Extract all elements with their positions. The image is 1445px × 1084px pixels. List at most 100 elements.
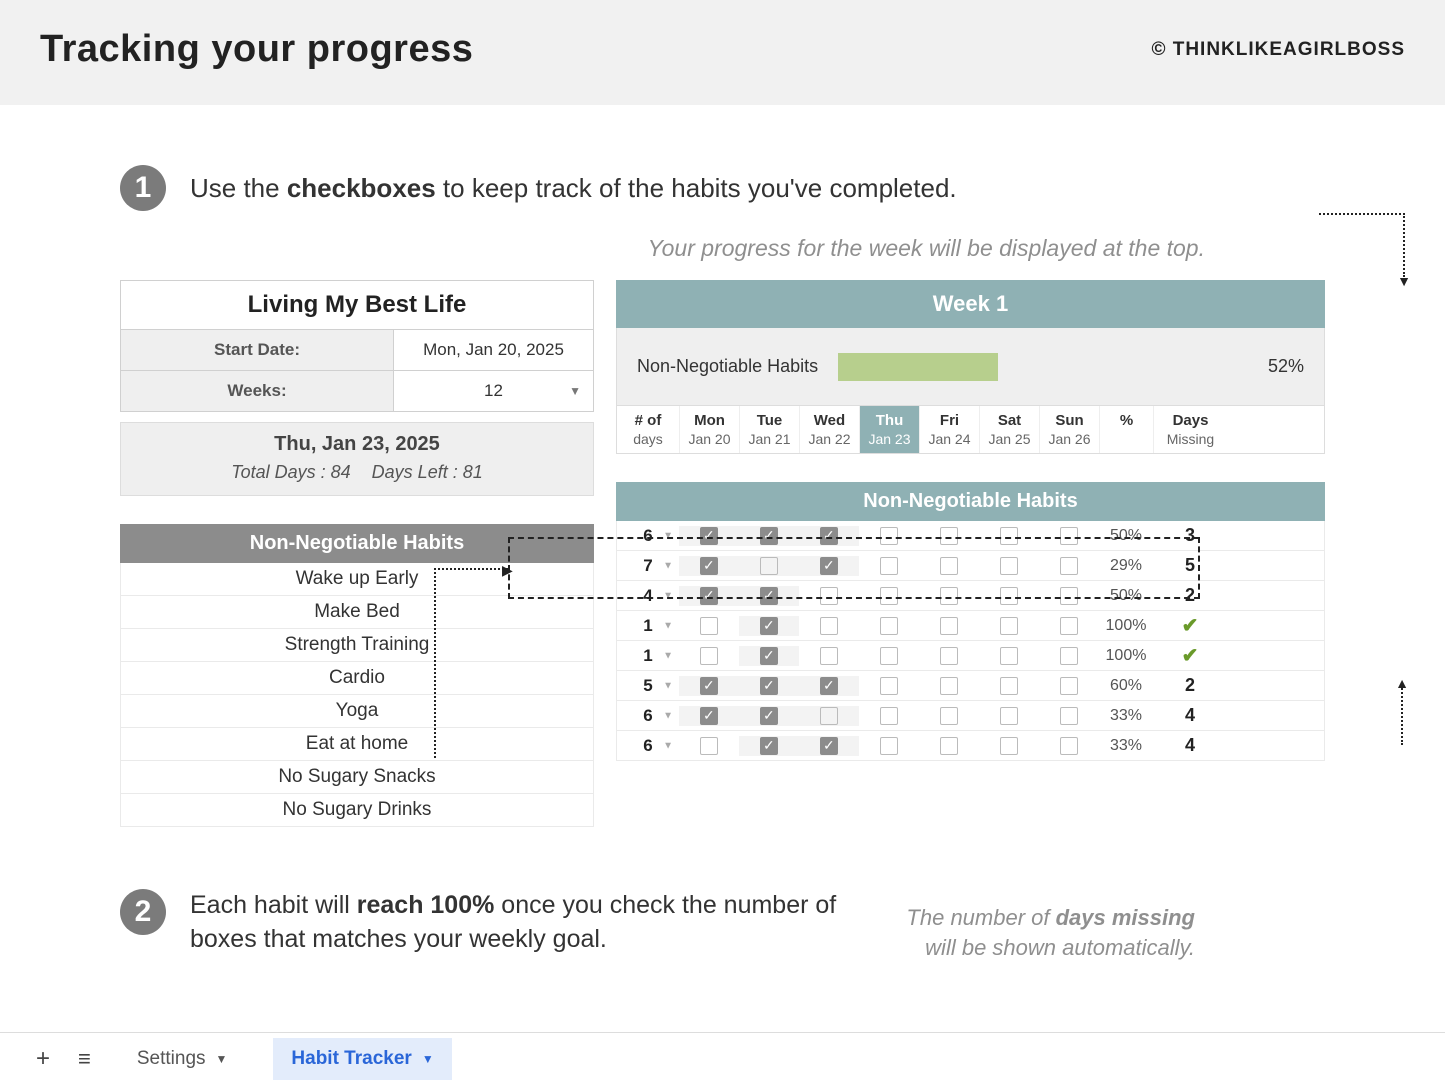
habit-checkbox-cell[interactable] (739, 526, 799, 546)
habit-checkbox-cell[interactable] (1039, 646, 1099, 666)
habit-checkbox-cell[interactable] (679, 706, 739, 726)
checkbox-icon (1000, 557, 1018, 575)
habit-checkbox-cell[interactable] (1039, 736, 1099, 756)
habit-checkbox-cell[interactable] (799, 676, 859, 696)
habit-checkbox-cell[interactable] (979, 556, 1039, 576)
habit-checkbox-cell[interactable] (859, 646, 919, 666)
habit-checkbox-cell[interactable] (739, 556, 799, 576)
goal-select[interactable]: 1▼ (617, 646, 679, 666)
habit-pct: 50% (1099, 587, 1153, 605)
habit-row: 1▼100%✔ (616, 611, 1325, 641)
habit-checkbox-cell[interactable] (679, 676, 739, 696)
habit-pct: 100% (1099, 647, 1153, 665)
habit-checkbox-cell[interactable] (979, 676, 1039, 696)
tab-settings[interactable]: Settings▼ (119, 1038, 246, 1080)
checkbox-icon (760, 647, 778, 665)
habit-checkbox-cell[interactable] (1039, 616, 1099, 636)
habit-checkbox-cell[interactable] (979, 706, 1039, 726)
goal-select[interactable]: 6▼ (617, 706, 679, 726)
habit-checkbox-cell[interactable] (919, 676, 979, 696)
habit-checkbox-cell[interactable] (859, 676, 919, 696)
habit-checkbox-cell[interactable] (739, 706, 799, 726)
habit-checkbox-cell[interactable] (859, 586, 919, 606)
habit-checkbox-cell[interactable] (739, 736, 799, 756)
habit-checkbox-cell[interactable] (1039, 556, 1099, 576)
brand-label: © THINKLIKEAGIRLBOSS (1151, 39, 1405, 61)
hint-top: Your progress for the week will be displ… (120, 235, 1325, 262)
habit-checkbox-cell[interactable] (859, 526, 919, 546)
col-day: TueJan 21 (739, 406, 799, 453)
habit-checkbox-cell[interactable] (679, 646, 739, 666)
habit-checkbox-cell[interactable] (919, 556, 979, 576)
habit-checkbox-cell[interactable] (799, 526, 859, 546)
chevron-down-icon: ▼ (422, 1052, 434, 1066)
checkbox-icon (940, 527, 958, 545)
add-sheet-button[interactable]: + (36, 1045, 50, 1073)
habit-checkbox-cell[interactable] (799, 646, 859, 666)
goal-select[interactable]: 5▼ (617, 676, 679, 696)
habit-checkbox-cell[interactable] (1039, 586, 1099, 606)
checkbox-icon (760, 677, 778, 695)
checkbox-icon (1000, 737, 1018, 755)
week-title: Week 1 (616, 280, 1325, 328)
habit-checkbox-cell[interactable] (979, 646, 1039, 666)
weeks-select[interactable]: 12 ▼ (393, 371, 593, 411)
habit-checkbox-cell[interactable] (919, 646, 979, 666)
habit-checkbox-cell[interactable] (919, 736, 979, 756)
habit-checkbox-cell[interactable] (859, 556, 919, 576)
habit-checkbox-cell[interactable] (679, 736, 739, 756)
habit-row: 6▼50%3 (616, 521, 1325, 551)
habit-checkbox-cell[interactable] (1039, 676, 1099, 696)
checkbox-icon (880, 557, 898, 575)
habit-checkbox-cell[interactable] (739, 676, 799, 696)
checkbox-icon (940, 587, 958, 605)
habit-checkbox-cell[interactable] (979, 616, 1039, 636)
checkbox-icon (880, 677, 898, 695)
goal-select[interactable]: 6▼ (617, 526, 679, 546)
habit-checkbox-cell[interactable] (799, 706, 859, 726)
habit-checkbox-cell[interactable] (739, 586, 799, 606)
habit-checkbox-cell[interactable] (919, 706, 979, 726)
checkbox-icon (1060, 707, 1078, 725)
checkbox-icon (820, 527, 838, 545)
habit-checkbox-cell[interactable] (919, 526, 979, 546)
goal-select[interactable]: 4▼ (617, 586, 679, 606)
checkbox-icon (760, 707, 778, 725)
habit-checkbox-cell[interactable] (859, 616, 919, 636)
habit-row: 6▼33%4 (616, 701, 1325, 731)
habit-checkbox-cell[interactable] (799, 736, 859, 756)
habit-pct: 33% (1099, 737, 1153, 755)
habit-checkbox-cell[interactable] (1039, 526, 1099, 546)
checkbox-icon (880, 647, 898, 665)
habit-checkbox-cell[interactable] (859, 736, 919, 756)
start-date-value[interactable]: Mon, Jan 20, 2025 (393, 330, 593, 370)
habit-checkbox-cell[interactable] (1039, 706, 1099, 726)
habit-checkbox-cell[interactable] (799, 556, 859, 576)
habit-checkbox-cell[interactable] (979, 526, 1039, 546)
goal-select[interactable]: 1▼ (617, 616, 679, 636)
habit-checkbox-cell[interactable] (739, 646, 799, 666)
checkbox-icon (1000, 647, 1018, 665)
goal-select[interactable]: 7▼ (617, 556, 679, 576)
habit-checkbox-cell[interactable] (679, 556, 739, 576)
habit-checkbox-cell[interactable] (679, 586, 739, 606)
habit-checkbox-cell[interactable] (979, 586, 1039, 606)
checkbox-icon (940, 737, 958, 755)
habit-checkbox-cell[interactable] (739, 616, 799, 636)
habit-checkbox-cell[interactable] (679, 616, 739, 636)
habit-checkbox-cell[interactable] (919, 616, 979, 636)
habit-checkbox-cell[interactable] (799, 616, 859, 636)
habit-checkbox-cell[interactable] (799, 586, 859, 606)
all-sheets-button[interactable]: ≡ (78, 1046, 91, 1072)
habit-checkbox-cell[interactable] (859, 706, 919, 726)
habit-checkbox-cell[interactable] (979, 736, 1039, 756)
checkbox-icon (940, 677, 958, 695)
checkbox-icon (820, 677, 838, 695)
tab-habit-tracker[interactable]: Habit Tracker▼ (273, 1038, 451, 1080)
habit-row: 1▼100%✔ (616, 641, 1325, 671)
goal-select[interactable]: 6▼ (617, 736, 679, 756)
habit-checkbox-cell[interactable] (919, 586, 979, 606)
hint-bottom: The number of days missing will be shown… (815, 903, 1195, 962)
habit-row: 4▼50%2 (616, 581, 1325, 611)
habit-checkbox-cell[interactable] (679, 526, 739, 546)
